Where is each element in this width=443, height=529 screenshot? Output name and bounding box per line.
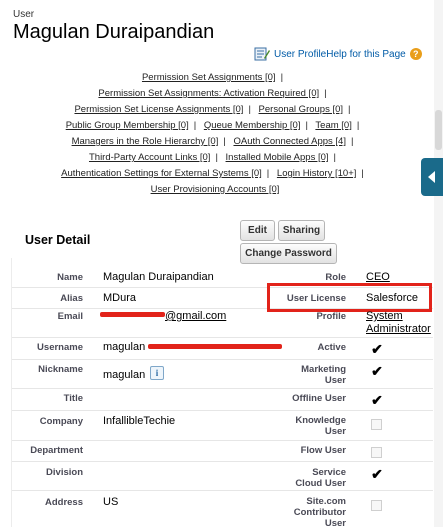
help-question-icon[interactable]: ? (409, 48, 422, 60)
sitecom-contributor-user-label: Site.com Contributor User (270, 496, 346, 529)
checkbox-unchecked (371, 500, 382, 511)
alias-value: MDura (103, 292, 137, 304)
object-type-label: User (13, 9, 35, 20)
name-label: Name (57, 272, 83, 283)
label-line: User (324, 518, 346, 529)
help-link[interactable]: User ProfileHelp for this Page ? (254, 46, 422, 62)
username-value: magulan (103, 341, 146, 353)
link-team[interactable]: Team [0] (315, 120, 351, 131)
name-value: Magulan Duraipandian (103, 271, 214, 283)
label-line: Cloud User (295, 478, 346, 489)
offline-user-label: Offline User (292, 393, 346, 404)
flow-user-label: Flow User (300, 445, 346, 456)
checkmark-icon: ✔ (371, 466, 383, 482)
row-divider (12, 388, 433, 389)
link-managers-role-hierarchy[interactable]: Managers in the Role Hierarchy [0] (72, 136, 219, 147)
email-label: Email (57, 311, 83, 322)
link-oauth-connected-apps[interactable]: OAuth Connected Apps [4] (233, 136, 346, 147)
checkmark-icon: ✔ (371, 392, 383, 408)
related-links-row: Authentication Settings for External Sys… (61, 168, 364, 179)
label-line: Knowledge (295, 415, 346, 426)
sidebar-collapse-tab[interactable] (421, 158, 443, 196)
department-label: Department (30, 445, 83, 456)
alias-label: Alias (60, 293, 83, 304)
link-personal-groups[interactable]: Personal Groups [0] (259, 104, 344, 115)
checkbox-unchecked (371, 419, 382, 430)
checkbox-unchecked (371, 447, 382, 458)
link-user-provisioning-accounts[interactable]: User Provisioning Accounts [0] (151, 184, 280, 195)
service-cloud-user-label: Service Cloud User (270, 467, 346, 489)
link-queue-membership[interactable]: Queue Membership [0] (204, 120, 301, 131)
link-third-party-account-links[interactable]: Third-Party Account Links [0] (89, 152, 210, 163)
email-value[interactable]: @gmail.com (165, 310, 226, 323)
address-value: US (103, 496, 119, 508)
related-links-row: Permission Set Assignments: Activation R… (98, 88, 327, 99)
scrollbar-thumb[interactable] (435, 110, 442, 150)
active-label: Active (317, 342, 346, 353)
related-links-row: Public Group Membership [0] | Queue Membe… (65, 120, 360, 131)
link-authentication-settings[interactable]: Authentication Settings for External Sys… (61, 168, 262, 179)
checkmark-icon: ✔ (371, 363, 383, 379)
profile-value[interactable]: System Administrator (366, 310, 431, 336)
label-line: Contributor (293, 507, 346, 518)
label-line: Marketing (301, 364, 346, 375)
profile-label: Profile (316, 311, 346, 322)
redaction-mark (148, 344, 282, 349)
collapse-arrow-icon (428, 171, 435, 183)
link-login-history[interactable]: Login History [10+] (277, 168, 356, 179)
related-links-row: Third-Party Account Links [0] | Installed… (88, 152, 336, 163)
scrollbar[interactable] (434, 0, 443, 527)
address-label: Address (44, 497, 83, 508)
edit-note-icon (254, 47, 270, 61)
redaction-mark (100, 312, 165, 317)
nickname-value: magulan (103, 369, 146, 381)
nickname-label: Nickname (38, 364, 83, 375)
edit-button[interactable]: Edit (240, 220, 275, 241)
label-line: User (324, 375, 346, 386)
company-value: InfallibleTechie (103, 415, 176, 427)
role-label: Role (325, 272, 346, 283)
profile-value-line1[interactable]: System (366, 310, 431, 323)
link-public-group-membership[interactable]: Public Group Membership [0] (66, 120, 189, 131)
checkmark-icon: ✔ (371, 341, 383, 357)
knowledge-user-label: Knowledge User (270, 415, 346, 437)
username-label: Username (37, 342, 83, 353)
related-links-row: Managers in the Role Hierarchy [0] | OAut… (71, 136, 354, 147)
link-permission-set-assignments[interactable]: Permission Set Assignments [0] (142, 72, 276, 83)
info-icon[interactable]: i (150, 366, 164, 380)
label-line: Service (312, 467, 346, 478)
company-label: Company (39, 416, 83, 427)
related-links-row: Permission Set License Assignments [0] | … (74, 104, 351, 115)
link-permission-set-license-assignments[interactable]: Permission Set License Assignments [0] (74, 104, 243, 115)
link-permission-set-activation[interactable]: Permission Set Assignments: Activation R… (98, 88, 319, 99)
row-divider (12, 359, 433, 360)
section-title: User Detail (25, 233, 91, 247)
highlight-box (267, 283, 432, 312)
page-title: Magulan Duraipandian (13, 21, 215, 43)
related-links-row: Permission Set Assignments [0] | (141, 72, 284, 83)
title-label: Title (63, 393, 83, 404)
row-divider (12, 461, 433, 462)
sharing-button[interactable]: Sharing (278, 220, 325, 241)
marketing-user-label: Marketing User (270, 364, 346, 386)
label-line: User (324, 426, 346, 437)
profile-value-line2[interactable]: Administrator (366, 323, 431, 336)
link-installed-mobile-apps[interactable]: Installed Mobile Apps [0] (226, 152, 329, 163)
related-links-row: User Provisioning Accounts [0] (0, 184, 430, 195)
row-divider (12, 337, 433, 338)
label-line: Site.com (306, 496, 346, 507)
division-label: Division (46, 467, 83, 478)
help-link-text[interactable]: User ProfileHelp for this Page (274, 49, 406, 60)
row-divider (12, 490, 433, 491)
row-divider (12, 440, 433, 441)
row-divider (12, 410, 433, 411)
